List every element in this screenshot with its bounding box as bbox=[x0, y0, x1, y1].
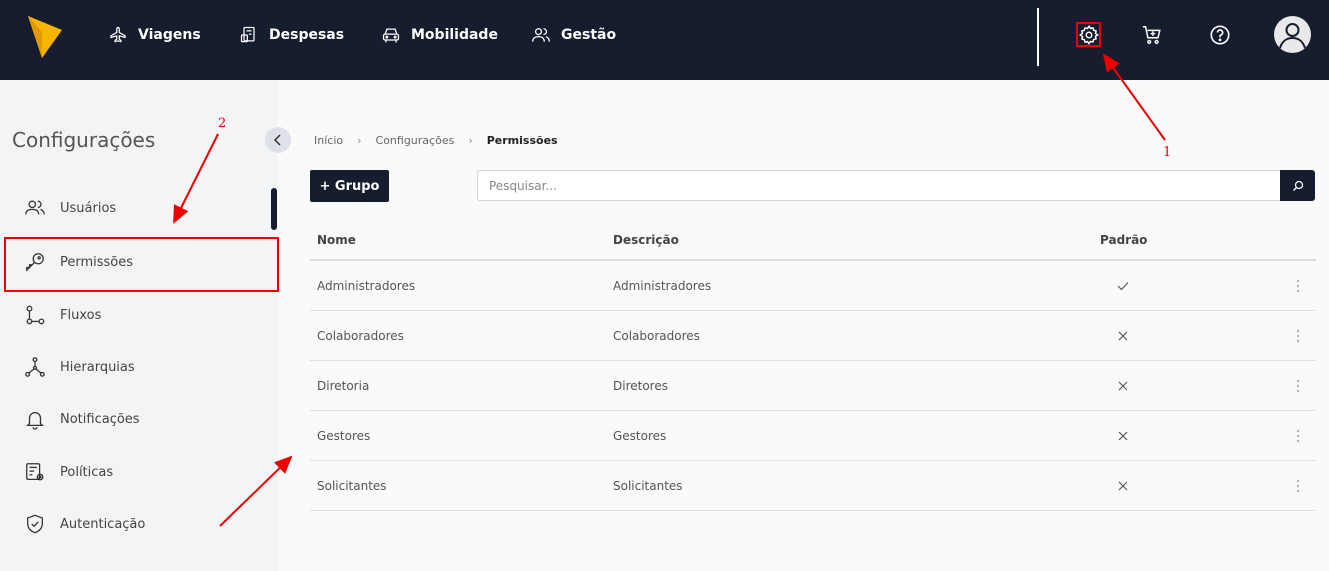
column-header-description[interactable]: Descrição bbox=[613, 220, 679, 259]
sidebar-item-label: Políticas bbox=[60, 464, 114, 480]
cell-description: Diretores bbox=[613, 378, 668, 393]
top-navigation-bar: Viagens Despesas Mobilidade Gestão bbox=[0, 0, 1329, 80]
annotation-label-1: 1 bbox=[1163, 145, 1172, 160]
cell-name: Solicitantes bbox=[317, 478, 387, 493]
collapse-sidebar-button[interactable] bbox=[265, 127, 291, 153]
sidebar-item-autenticacao[interactable]: Autenticação bbox=[24, 509, 145, 539]
sidebar-title: Configurações bbox=[12, 128, 156, 152]
breadcrumb-configuracoes[interactable]: Configurações bbox=[376, 134, 455, 147]
sidebar-item-usuarios[interactable]: Usuários bbox=[24, 193, 116, 223]
sidebar-item-politicas[interactable]: Políticas bbox=[24, 457, 113, 487]
annotation-label-2: 2 bbox=[218, 116, 227, 131]
table-header: Nome Descrição Padrão bbox=[310, 220, 1316, 261]
chevron-right-icon: › bbox=[468, 134, 473, 147]
sidebar-item-hierarquias[interactable]: Hierarquias bbox=[24, 352, 135, 382]
nav-despesas[interactable]: Despesas bbox=[239, 22, 344, 48]
user-avatar-icon bbox=[1279, 23, 1306, 49]
row-menu-button[interactable] bbox=[1286, 311, 1310, 360]
kebab-menu-icon bbox=[1296, 279, 1300, 292]
airplane-icon bbox=[110, 26, 126, 43]
cell-description: Administradores bbox=[613, 278, 712, 293]
permissions-table: Nome Descrição Padrão Administradores Adm… bbox=[310, 220, 1316, 511]
nav-label: Despesas bbox=[269, 27, 345, 43]
cell-description: Colaboradores bbox=[613, 328, 700, 343]
sidebar-item-notificacoes[interactable]: Notificações bbox=[24, 404, 140, 434]
nav-gestao[interactable]: Gestão bbox=[531, 22, 616, 48]
search-input[interactable] bbox=[477, 170, 1281, 201]
x-icon bbox=[1116, 411, 1130, 460]
table-row[interactable]: Colaboradores Colaboradores bbox=[310, 311, 1316, 361]
add-group-button[interactable]: + Grupo bbox=[310, 170, 389, 202]
sidebar-item-label: Hierarquias bbox=[60, 359, 135, 375]
check-icon bbox=[1116, 261, 1130, 310]
kebab-menu-icon bbox=[1296, 429, 1300, 442]
shield-icon bbox=[27, 514, 43, 534]
policy-icon bbox=[26, 463, 44, 481]
nav-viagens[interactable]: Viagens bbox=[108, 22, 201, 48]
x-icon bbox=[1116, 311, 1130, 360]
topbar-divider bbox=[1037, 8, 1039, 66]
table-body: Administradores Administradores Colaborado… bbox=[310, 261, 1316, 511]
sidebar-item-label: Notificações bbox=[60, 411, 140, 427]
breadcrumb-home[interactable]: Início bbox=[314, 134, 343, 147]
sidebar-item-fluxos[interactable]: Fluxos bbox=[24, 300, 101, 330]
breadcrumb-current: Permissões bbox=[486, 134, 558, 147]
column-header-name[interactable]: Nome bbox=[317, 220, 356, 259]
nav-mobilidade[interactable]: Mobilidade bbox=[381, 22, 498, 48]
breadcrumb: Início › Configurações › Permissões bbox=[314, 134, 558, 147]
cell-name: Diretoria bbox=[317, 378, 370, 393]
table-row[interactable]: Solicitantes Solicitantes bbox=[310, 461, 1316, 511]
chevron-right-icon: › bbox=[357, 134, 362, 147]
flow-icon bbox=[26, 305, 45, 325]
users-icon bbox=[532, 28, 550, 42]
nav-label: Mobilidade bbox=[411, 27, 498, 43]
column-header-default[interactable]: Padrão bbox=[1100, 220, 1147, 259]
cell-description: Solicitantes bbox=[613, 478, 683, 493]
sidebar-item-label: Fluxos bbox=[60, 307, 102, 323]
row-menu-button[interactable] bbox=[1286, 261, 1310, 310]
table-row[interactable]: Diretoria Diretores bbox=[310, 361, 1316, 411]
receipt-icon bbox=[240, 26, 255, 43]
kebab-menu-icon bbox=[1296, 479, 1300, 492]
row-menu-button[interactable] bbox=[1286, 361, 1310, 410]
sidebar-scrollbar[interactable] bbox=[271, 188, 277, 230]
cell-name: Administradores bbox=[317, 278, 416, 293]
search-button[interactable] bbox=[1280, 170, 1315, 201]
cell-name: Gestores bbox=[317, 428, 371, 443]
kebab-menu-icon bbox=[1296, 379, 1300, 392]
sidebar-item-label: Autenticação bbox=[60, 516, 146, 532]
sidebar-item-label: Usuários bbox=[60, 200, 117, 216]
table-row[interactable]: Gestores Gestores bbox=[310, 411, 1316, 461]
row-menu-button[interactable] bbox=[1286, 461, 1310, 510]
nav-label: Gestão bbox=[561, 27, 617, 43]
x-icon bbox=[1116, 361, 1130, 410]
bell-icon bbox=[26, 412, 44, 430]
nav-label: Viagens bbox=[138, 27, 201, 43]
brand-logo[interactable] bbox=[28, 16, 62, 58]
cell-name: Colaboradores bbox=[317, 328, 404, 343]
cell-description: Gestores bbox=[613, 428, 667, 443]
cart-icon[interactable] bbox=[1141, 24, 1163, 46]
chevron-left-icon bbox=[273, 134, 281, 146]
search-icon bbox=[1292, 180, 1303, 191]
x-icon bbox=[1116, 461, 1130, 510]
car-icon bbox=[382, 28, 400, 43]
annotation-highlight-settings bbox=[1076, 22, 1101, 47]
row-menu-button[interactable] bbox=[1286, 411, 1310, 460]
annotation-highlight-permissoes bbox=[4, 237, 279, 292]
avatar[interactable] bbox=[1274, 16, 1311, 53]
hierarchy-icon bbox=[25, 357, 45, 377]
settings-sidebar: Configurações Usuários Permissões Fluxos… bbox=[0, 80, 291, 571]
table-row[interactable]: Administradores Administradores bbox=[310, 261, 1316, 311]
users-icon bbox=[25, 200, 45, 215]
help-icon[interactable] bbox=[1209, 24, 1231, 46]
kebab-menu-icon bbox=[1296, 329, 1300, 342]
